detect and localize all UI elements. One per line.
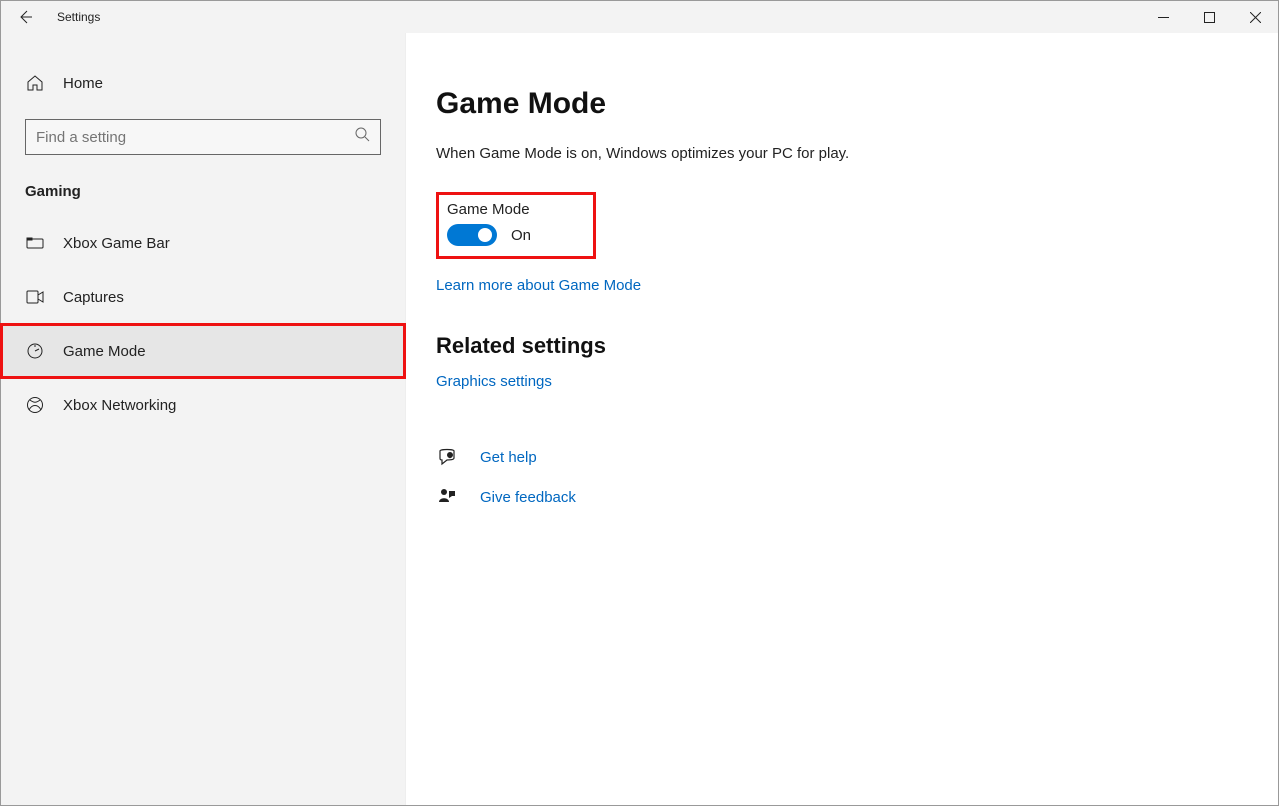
close-button[interactable] [1232, 1, 1278, 33]
home-icon [25, 73, 45, 93]
get-help-row[interactable]: ? Get help [436, 437, 1238, 477]
main-content: Game Mode When Game Mode is on, Windows … [406, 33, 1278, 805]
graphics-settings-link[interactable]: Graphics settings [436, 373, 552, 390]
feedback-icon [436, 487, 458, 507]
sidebar-item-label: Xbox Game Bar [63, 235, 170, 252]
xbox-icon [25, 395, 45, 415]
titlebar: Settings [1, 1, 1278, 33]
sidebar-item-captures[interactable]: Captures [1, 270, 405, 324]
sidebar-item-label: Xbox Networking [63, 397, 176, 414]
minimize-icon [1158, 12, 1169, 23]
page-description: When Game Mode is on, Windows optimizes … [436, 145, 1238, 162]
toggle-state: On [511, 227, 531, 244]
give-feedback-label: Give feedback [480, 489, 576, 506]
search-input[interactable] [36, 129, 355, 146]
titlebar-left: Settings [1, 1, 100, 33]
page-title: Game Mode [436, 87, 1238, 121]
sidebar-item-game-mode[interactable]: Game Mode [1, 324, 405, 378]
minimize-button[interactable] [1140, 1, 1186, 33]
sidebar-home-label: Home [63, 75, 103, 92]
sidebar: Home Gaming Xbox Game Bar [1, 33, 406, 805]
sidebar-item-xbox-game-bar[interactable]: Xbox Game Bar [1, 216, 405, 270]
game-mode-toggle[interactable] [447, 224, 497, 246]
sidebar-item-label: Captures [63, 289, 124, 306]
gamebar-icon [25, 233, 45, 253]
captures-icon [25, 287, 45, 307]
related-settings-heading: Related settings [436, 333, 1238, 359]
toggle-title: Game Mode [447, 201, 585, 218]
toggle-row: On [447, 224, 585, 246]
window-controls [1140, 1, 1278, 33]
give-feedback-row[interactable]: Give feedback [436, 477, 1238, 517]
help-icon: ? [436, 447, 458, 467]
arrow-left-icon [17, 9, 33, 25]
svg-text:?: ? [449, 454, 452, 460]
window-title: Settings [57, 10, 100, 24]
toggle-knob [478, 228, 492, 242]
sidebar-section-title: Gaming [1, 155, 405, 216]
game-mode-toggle-block: Game Mode On [436, 192, 596, 259]
search-box[interactable] [25, 119, 381, 155]
close-icon [1250, 12, 1261, 23]
sidebar-home[interactable]: Home [1, 61, 405, 105]
learn-more-link[interactable]: Learn more about Game Mode [436, 277, 641, 294]
maximize-icon [1204, 12, 1215, 23]
back-button[interactable] [1, 1, 49, 33]
get-help-label: Get help [480, 449, 537, 466]
settings-window: Settings Home [0, 0, 1279, 806]
window-body: Home Gaming Xbox Game Bar [1, 33, 1278, 805]
search-icon [355, 127, 370, 147]
sidebar-item-label: Game Mode [63, 343, 146, 360]
sidebar-item-xbox-networking[interactable]: Xbox Networking [1, 378, 405, 432]
search-container [1, 105, 405, 155]
spacer [436, 391, 1238, 437]
gamemode-icon [25, 341, 45, 361]
maximize-button[interactable] [1186, 1, 1232, 33]
